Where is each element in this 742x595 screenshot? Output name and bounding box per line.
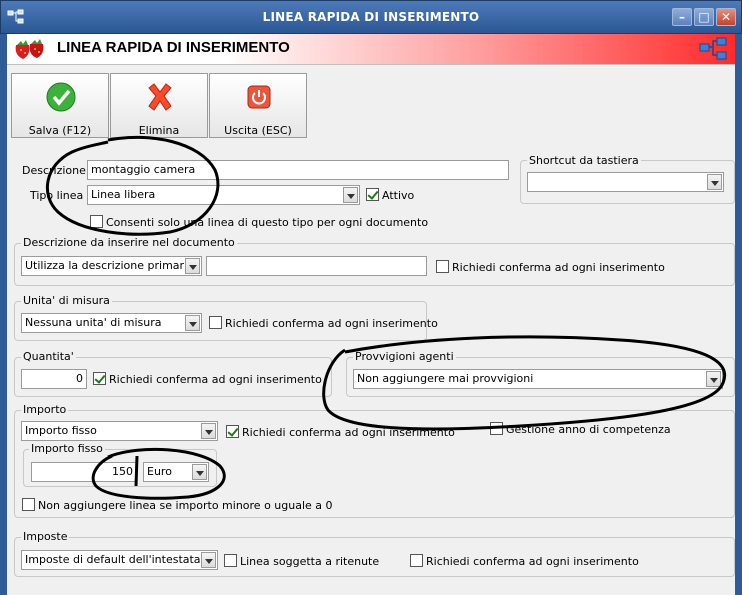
chevron-down-icon[interactable]	[707, 174, 722, 190]
ritenute-checkbox[interactable]	[224, 554, 237, 567]
shortcut-label: Shortcut da tastiera	[527, 154, 641, 167]
delete-button[interactable]: Elimina	[110, 73, 208, 138]
chevron-down-icon[interactable]	[706, 371, 721, 387]
maximize-button[interactable]: □	[694, 8, 714, 26]
unita-confirm-label: Richiedi conferma ad ogni inserimento	[225, 317, 438, 330]
save-button-label: Salva (F12)	[28, 124, 92, 137]
consenti-checkbox[interactable]	[90, 215, 103, 228]
descrizione-doc-input[interactable]	[206, 256, 427, 276]
imposte-label: Imposte	[21, 530, 70, 543]
provvigioni-select[interactable]: Non aggiungere mai provvigioni	[353, 369, 723, 389]
chevron-down-icon[interactable]	[185, 258, 200, 274]
page-title: LINEA RAPIDA DI INSERIMENTO	[57, 39, 290, 56]
descrizione-label: Descrizione :	[22, 164, 94, 177]
chevron-down-icon[interactable]	[201, 423, 216, 439]
descrizione-doc-label: Descrizione da inserire nel documento	[21, 236, 237, 249]
exit-button-label: Uscita (ESC)	[224, 124, 292, 137]
quantita-input[interactable]: 0	[21, 369, 87, 389]
chevron-down-icon[interactable]	[192, 464, 207, 480]
importo-fisso-label: Importo fisso	[29, 442, 105, 455]
chevron-down-icon[interactable]	[185, 315, 200, 331]
unita-label: Unita' di misura	[21, 294, 112, 307]
descrizione-doc-confirm-label: Richiedi conferma ad ogni inserimento	[452, 261, 665, 274]
imposte-value: Imposte di default dell'intestatario	[25, 553, 215, 566]
importo-label: Importo	[21, 403, 69, 416]
power-icon	[247, 85, 271, 109]
attivo-checkbox[interactable]	[366, 188, 379, 201]
tipo-linea-value: Linea libera	[91, 188, 156, 201]
importo-select[interactable]: Importo fisso	[21, 421, 218, 441]
quantita-label: Quantita'	[21, 350, 76, 363]
tipo-linea-label: Tipo linea :	[30, 189, 91, 202]
competenza-label: Gestione anno di competenza	[506, 423, 671, 436]
window-border-right	[735, 34, 742, 595]
ritenute-label: Linea soggetta a ritenute	[240, 555, 380, 568]
non-aggiungere-label: Non aggiungere linea se importo minore o…	[38, 499, 333, 512]
importo-confirm-label: Richiedi conferma ad ogni inserimento	[242, 426, 455, 439]
tipo-linea-select[interactable]: Linea libera	[87, 185, 360, 205]
unita-value: Nessuna unita' di misura	[25, 316, 162, 329]
save-button[interactable]: Salva (F12)	[11, 73, 109, 138]
attivo-label: Attivo	[382, 189, 415, 202]
imposte-confirm-checkbox[interactable]	[410, 554, 423, 567]
importo-confirm-checkbox[interactable]	[226, 425, 239, 438]
quantita-confirm-checkbox[interactable]	[93, 372, 106, 385]
window-title: LINEA RAPIDA DI INSERIMENTO	[262, 10, 480, 24]
check-icon	[46, 82, 76, 112]
delete-icon	[148, 83, 172, 111]
header-banner: LINEA RAPIDA DI INSERIMENTO	[7, 34, 735, 65]
importo-value: Importo fisso	[25, 424, 97, 437]
imposte-select[interactable]: Imposte di default dell'intestatario	[21, 550, 218, 570]
chevron-down-icon[interactable]	[343, 187, 358, 203]
descrizione-doc-value: Utilizza la descrizione primaria	[25, 259, 194, 272]
consenti-label: Consenti solo una linea di questo tipo p…	[106, 216, 429, 229]
importo-fisso-input[interactable]: 150	[31, 462, 137, 482]
imposte-confirm-label: Richiedi conferma ad ogni inserimento	[426, 555, 639, 568]
currency-value: Euro	[147, 465, 172, 478]
provvigioni-value: Non aggiungere mai provvigioni	[357, 372, 534, 385]
strawberry-icon	[15, 39, 44, 59]
minimize-button[interactable]: –	[672, 8, 692, 26]
chevron-down-icon[interactable]	[201, 552, 216, 568]
non-aggiungere-checkbox[interactable]	[22, 498, 35, 511]
unita-confirm-checkbox[interactable]	[209, 316, 222, 329]
delete-button-label: Elimina	[138, 124, 180, 137]
shortcut-select[interactable]	[527, 172, 724, 192]
descrizione-doc-select[interactable]: Utilizza la descrizione primaria	[21, 256, 202, 276]
window-titlebar: LINEA RAPIDA DI INSERIMENTO – □ ✕	[0, 0, 742, 34]
quantita-confirm-label: Richiedi conferma ad ogni inserimento	[109, 373, 322, 386]
exit-button[interactable]: Uscita (ESC)	[209, 73, 307, 138]
descrizione-doc-confirm-checkbox[interactable]	[436, 260, 449, 273]
competenza-checkbox[interactable]	[490, 422, 503, 435]
currency-select[interactable]: Euro	[143, 462, 209, 482]
network-icon	[699, 37, 727, 60]
provvigioni-label: Provvigioni agenti	[353, 350, 456, 363]
descrizione-input[interactable]: montaggio camera	[87, 160, 509, 180]
close-button[interactable]: ✕	[716, 8, 736, 26]
unita-select[interactable]: Nessuna unita' di misura	[21, 313, 202, 333]
window-border-left	[0, 34, 7, 595]
